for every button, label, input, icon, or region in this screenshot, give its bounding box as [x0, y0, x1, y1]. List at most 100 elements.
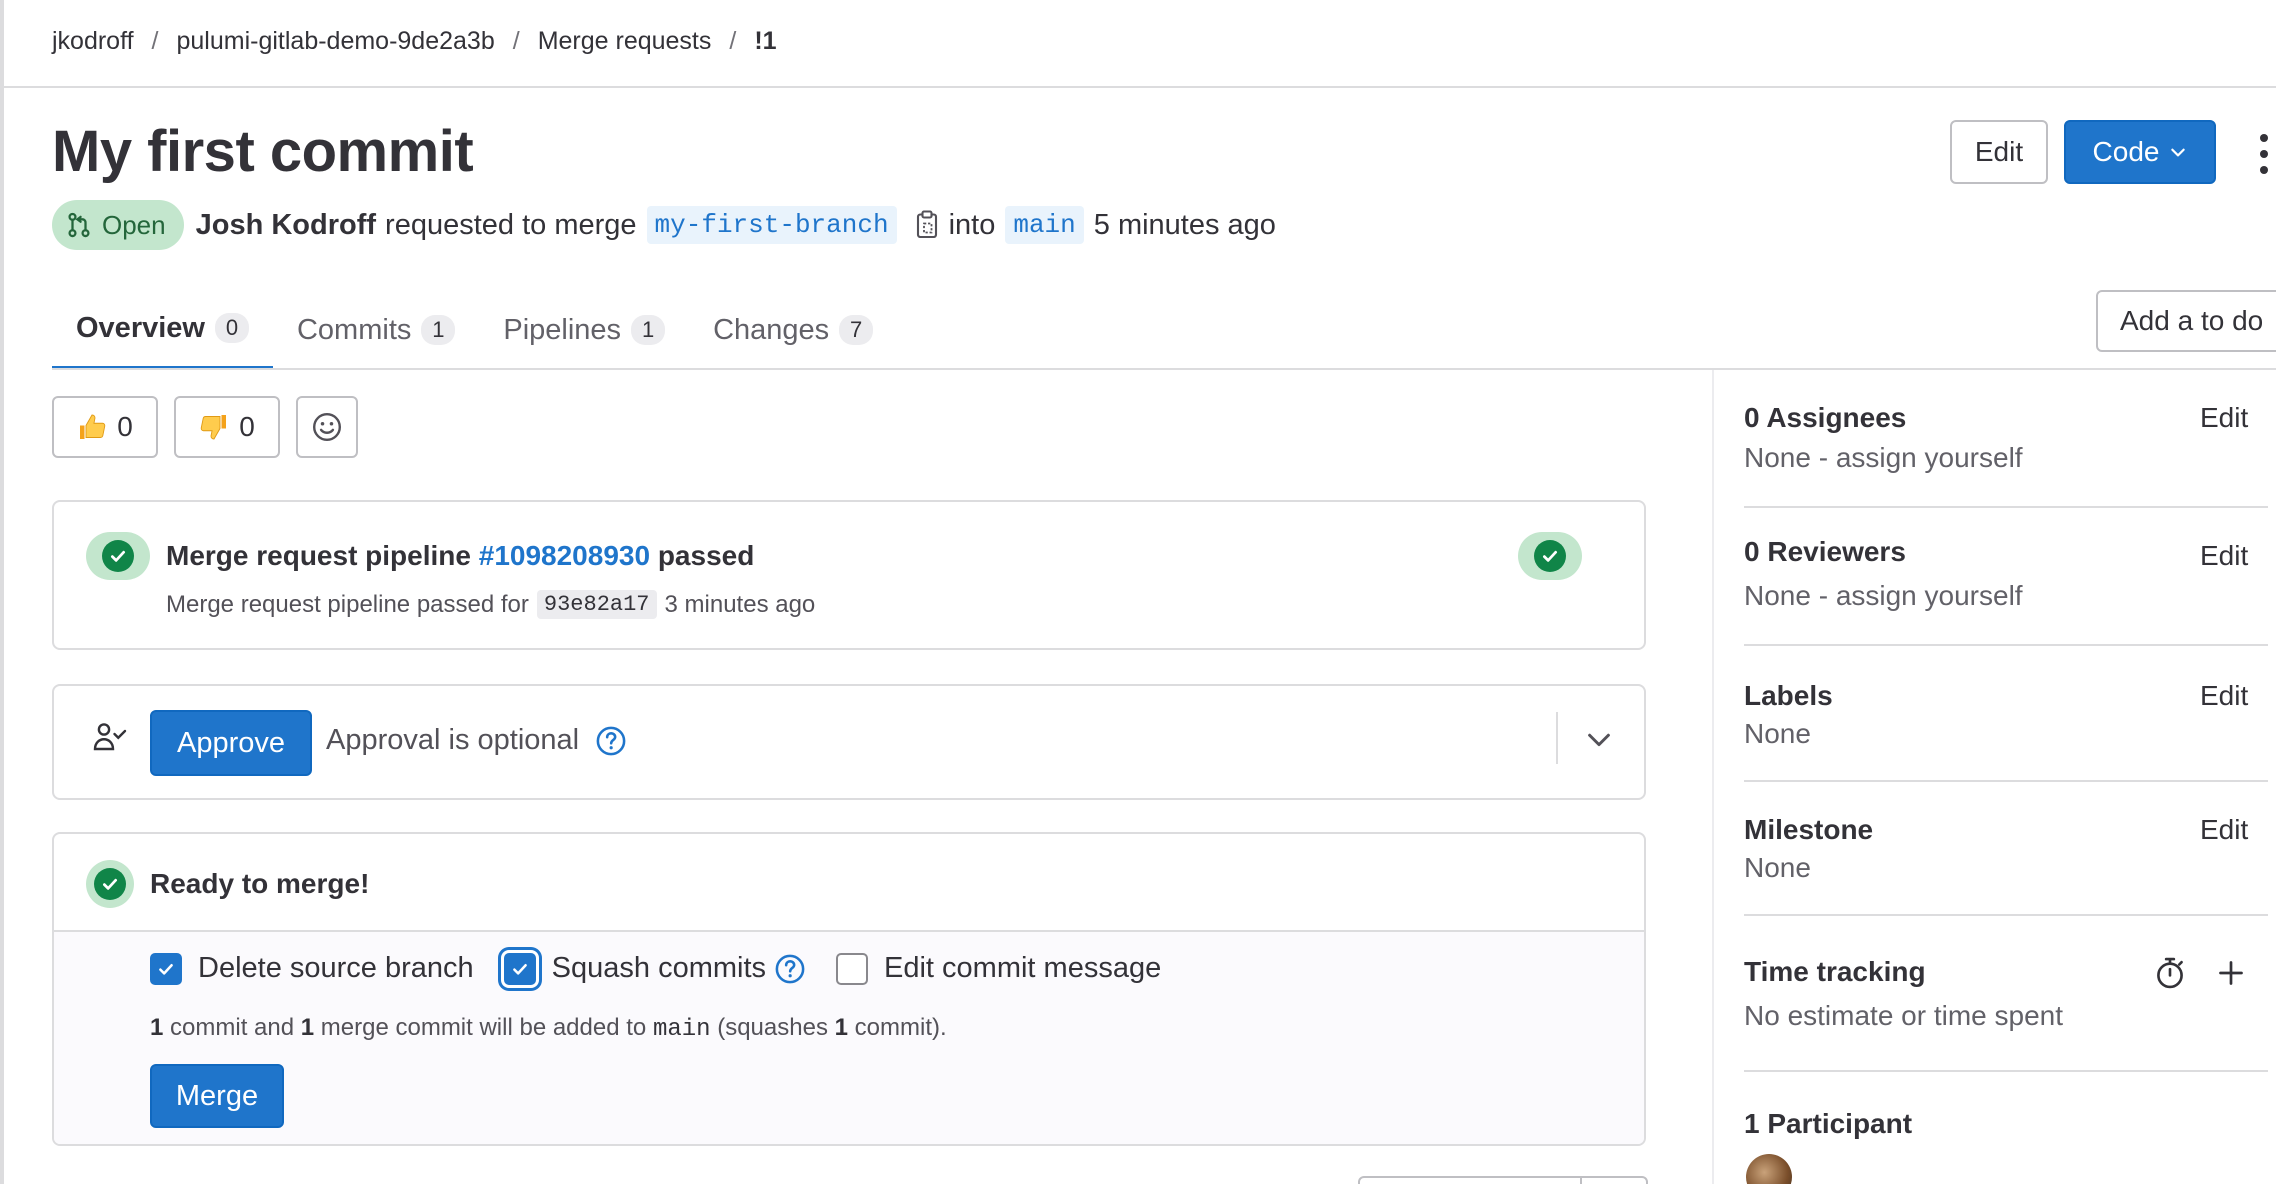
approval-divider: [1556, 712, 1558, 764]
assignees-title: 0 Assignees: [1744, 402, 1907, 433]
tab-commits[interactable]: Commits 1: [273, 290, 479, 370]
code-button-label: Code: [2092, 136, 2160, 167]
comment-toolbar-peek: [1358, 1176, 1648, 1184]
milestone-title: Milestone: [1744, 814, 1874, 845]
pipeline-widget: Merge request pipeline #1098208930 passe…: [52, 500, 1646, 650]
add-todo-button[interactable]: Add a to do: [2096, 290, 2276, 352]
reviewers-title: 0 Reviewers: [1744, 536, 1906, 567]
mr-meta: Open Josh Kodroff requested to merge my-…: [52, 200, 1276, 250]
merge-summary-count: 1: [150, 1014, 164, 1041]
tab-label: Overview: [76, 311, 205, 344]
tab-pipelines[interactable]: Pipelines 1: [479, 290, 689, 370]
breadcrumb-current-mr[interactable]: !1: [754, 27, 776, 56]
labels-value: None: [1744, 718, 1811, 749]
requested-text: requested to merge: [385, 208, 637, 241]
assignees-edit-link[interactable]: Edit: [2200, 402, 2248, 434]
help-icon[interactable]: [595, 725, 627, 757]
tabs-divider: [52, 368, 2276, 370]
edit-button[interactable]: Edit: [1950, 120, 2048, 184]
merge-summary-text: commit).: [854, 1014, 947, 1041]
help-icon[interactable]: [774, 953, 806, 985]
status-badge-label: Open: [102, 209, 166, 240]
assignees-value[interactable]: None - assign yourself: [1744, 442, 2023, 474]
merge-summary: 1 commit and 1 merge commit will be adde…: [150, 1014, 947, 1043]
tab-count: 1: [421, 315, 456, 345]
reviewers-edit-link[interactable]: Edit: [2200, 540, 2248, 572]
tab-count: 7: [839, 315, 874, 345]
labels-edit-link[interactable]: Edit: [2200, 680, 2248, 712]
labels-title: Labels: [1744, 680, 1833, 711]
edit-commit-message-option[interactable]: Edit commit message: [836, 952, 1161, 985]
pipeline-title-suffix: passed: [657, 540, 755, 571]
thumbs-down-count: 0: [239, 411, 255, 442]
reviewers-value[interactable]: None - assign yourself: [1744, 580, 2023, 612]
source-branch[interactable]: my-first-branch: [646, 206, 897, 244]
squash-commits-label: Squash commits: [551, 952, 767, 984]
time-tracking-value: No estimate or time spent: [1744, 1000, 2064, 1031]
breadcrumb-namespace[interactable]: jkodroff: [52, 27, 134, 56]
sidebar-divider: [1744, 1070, 2268, 1072]
pipeline-subtitle: Merge request pipeline passed for 93e82a…: [166, 590, 815, 619]
edit-commit-message-label: Edit commit message: [884, 952, 1162, 984]
tab-label: Changes: [713, 313, 830, 346]
plus-icon[interactable]: [2216, 958, 2246, 988]
left-edge: [0, 0, 4, 1184]
delete-source-branch-option[interactable]: Delete source branch: [150, 952, 474, 985]
milestone-value: None: [1744, 852, 1811, 883]
breadcrumb-separator: /: [729, 26, 737, 55]
smiley-icon: [313, 413, 341, 441]
pipeline-title: Merge request pipeline #1098208930 passe…: [166, 540, 754, 572]
merge-request-icon: [68, 212, 90, 238]
pipeline-status-icon[interactable]: [86, 532, 150, 580]
pipeline-title-prefix: Merge request pipeline: [166, 540, 471, 571]
tab-overview[interactable]: Overview 0: [52, 290, 273, 370]
sidebar-divider: [1744, 506, 2268, 508]
tab-count: 1: [631, 315, 666, 345]
tab-label: Pipelines: [503, 313, 622, 346]
breadcrumb-project[interactable]: pulumi-gitlab-demo-9de2a3b: [176, 27, 494, 56]
thumbs-down-button[interactable]: 0: [174, 396, 280, 458]
merge-button[interactable]: Merge: [150, 1064, 284, 1128]
more-actions-icon[interactable]: [2258, 134, 2270, 174]
tab-changes[interactable]: Changes 7: [689, 290, 897, 370]
chevron-down-icon[interactable]: [1584, 724, 1614, 754]
squash-commits-option[interactable]: Squash commits: [503, 952, 806, 985]
thumbs-up-count: 0: [117, 411, 133, 442]
merge-summary-text: merge commit will be added to: [320, 1014, 647, 1041]
pipeline-stage-icon[interactable]: [1518, 532, 1582, 580]
approval-text: Approval is optional: [326, 724, 627, 757]
code-dropdown-button[interactable]: Code: [2064, 120, 2216, 184]
squash-commits-checkbox[interactable]: [503, 952, 536, 985]
merge-widget: Ready to merge! Delete source branch Squ…: [52, 832, 1646, 1146]
mr-time: 5 minutes ago: [1093, 208, 1276, 241]
page-title: My first commit: [52, 119, 474, 184]
pipeline-sub-prefix: Merge request pipeline passed for: [166, 590, 529, 618]
stopwatch-icon[interactable]: [2154, 956, 2186, 990]
edit-commit-message-checkbox[interactable]: [836, 952, 869, 985]
target-branch[interactable]: main: [1005, 206, 1084, 244]
breadcrumb: jkodroff / pulumi-gitlab-demo-9de2a3b / …: [52, 22, 777, 60]
commit-sha[interactable]: 93e82a17: [536, 590, 657, 619]
milestone-edit-link[interactable]: Edit: [2200, 814, 2248, 846]
breadcrumb-merge-requests[interactable]: Merge requests: [538, 27, 712, 56]
approval-optional-label: Approval is optional: [326, 724, 580, 756]
chevron-down-icon: [2171, 148, 2186, 157]
delete-source-branch-checkbox[interactable]: [150, 952, 182, 985]
merge-summary-count: 1: [300, 1014, 315, 1041]
add-reaction-button[interactable]: [296, 396, 358, 458]
time-tracking-actions: [2154, 956, 2246, 990]
author-link[interactable]: Josh Kodroff: [196, 209, 376, 242]
merge-checkboxes: Delete source branch Squash commits Edit…: [150, 952, 1191, 985]
sidebar-divider: [1744, 914, 2268, 916]
breadcrumb-separator: /: [512, 26, 520, 55]
sidebar-divider: [1744, 780, 2268, 782]
avatar[interactable]: [1746, 1154, 1792, 1184]
pipeline-link[interactable]: #1098208930: [479, 540, 650, 571]
participants-title: 1 Participant: [1744, 1108, 1913, 1139]
merge-summary-text: (squashes: [717, 1014, 828, 1041]
thumbs-up-button[interactable]: 0: [52, 396, 158, 458]
approve-button[interactable]: Approve: [150, 710, 312, 776]
status-badge: Open: [52, 200, 184, 250]
comment-toolbar-divider: [1580, 1176, 1582, 1184]
copy-icon[interactable]: [915, 210, 939, 240]
